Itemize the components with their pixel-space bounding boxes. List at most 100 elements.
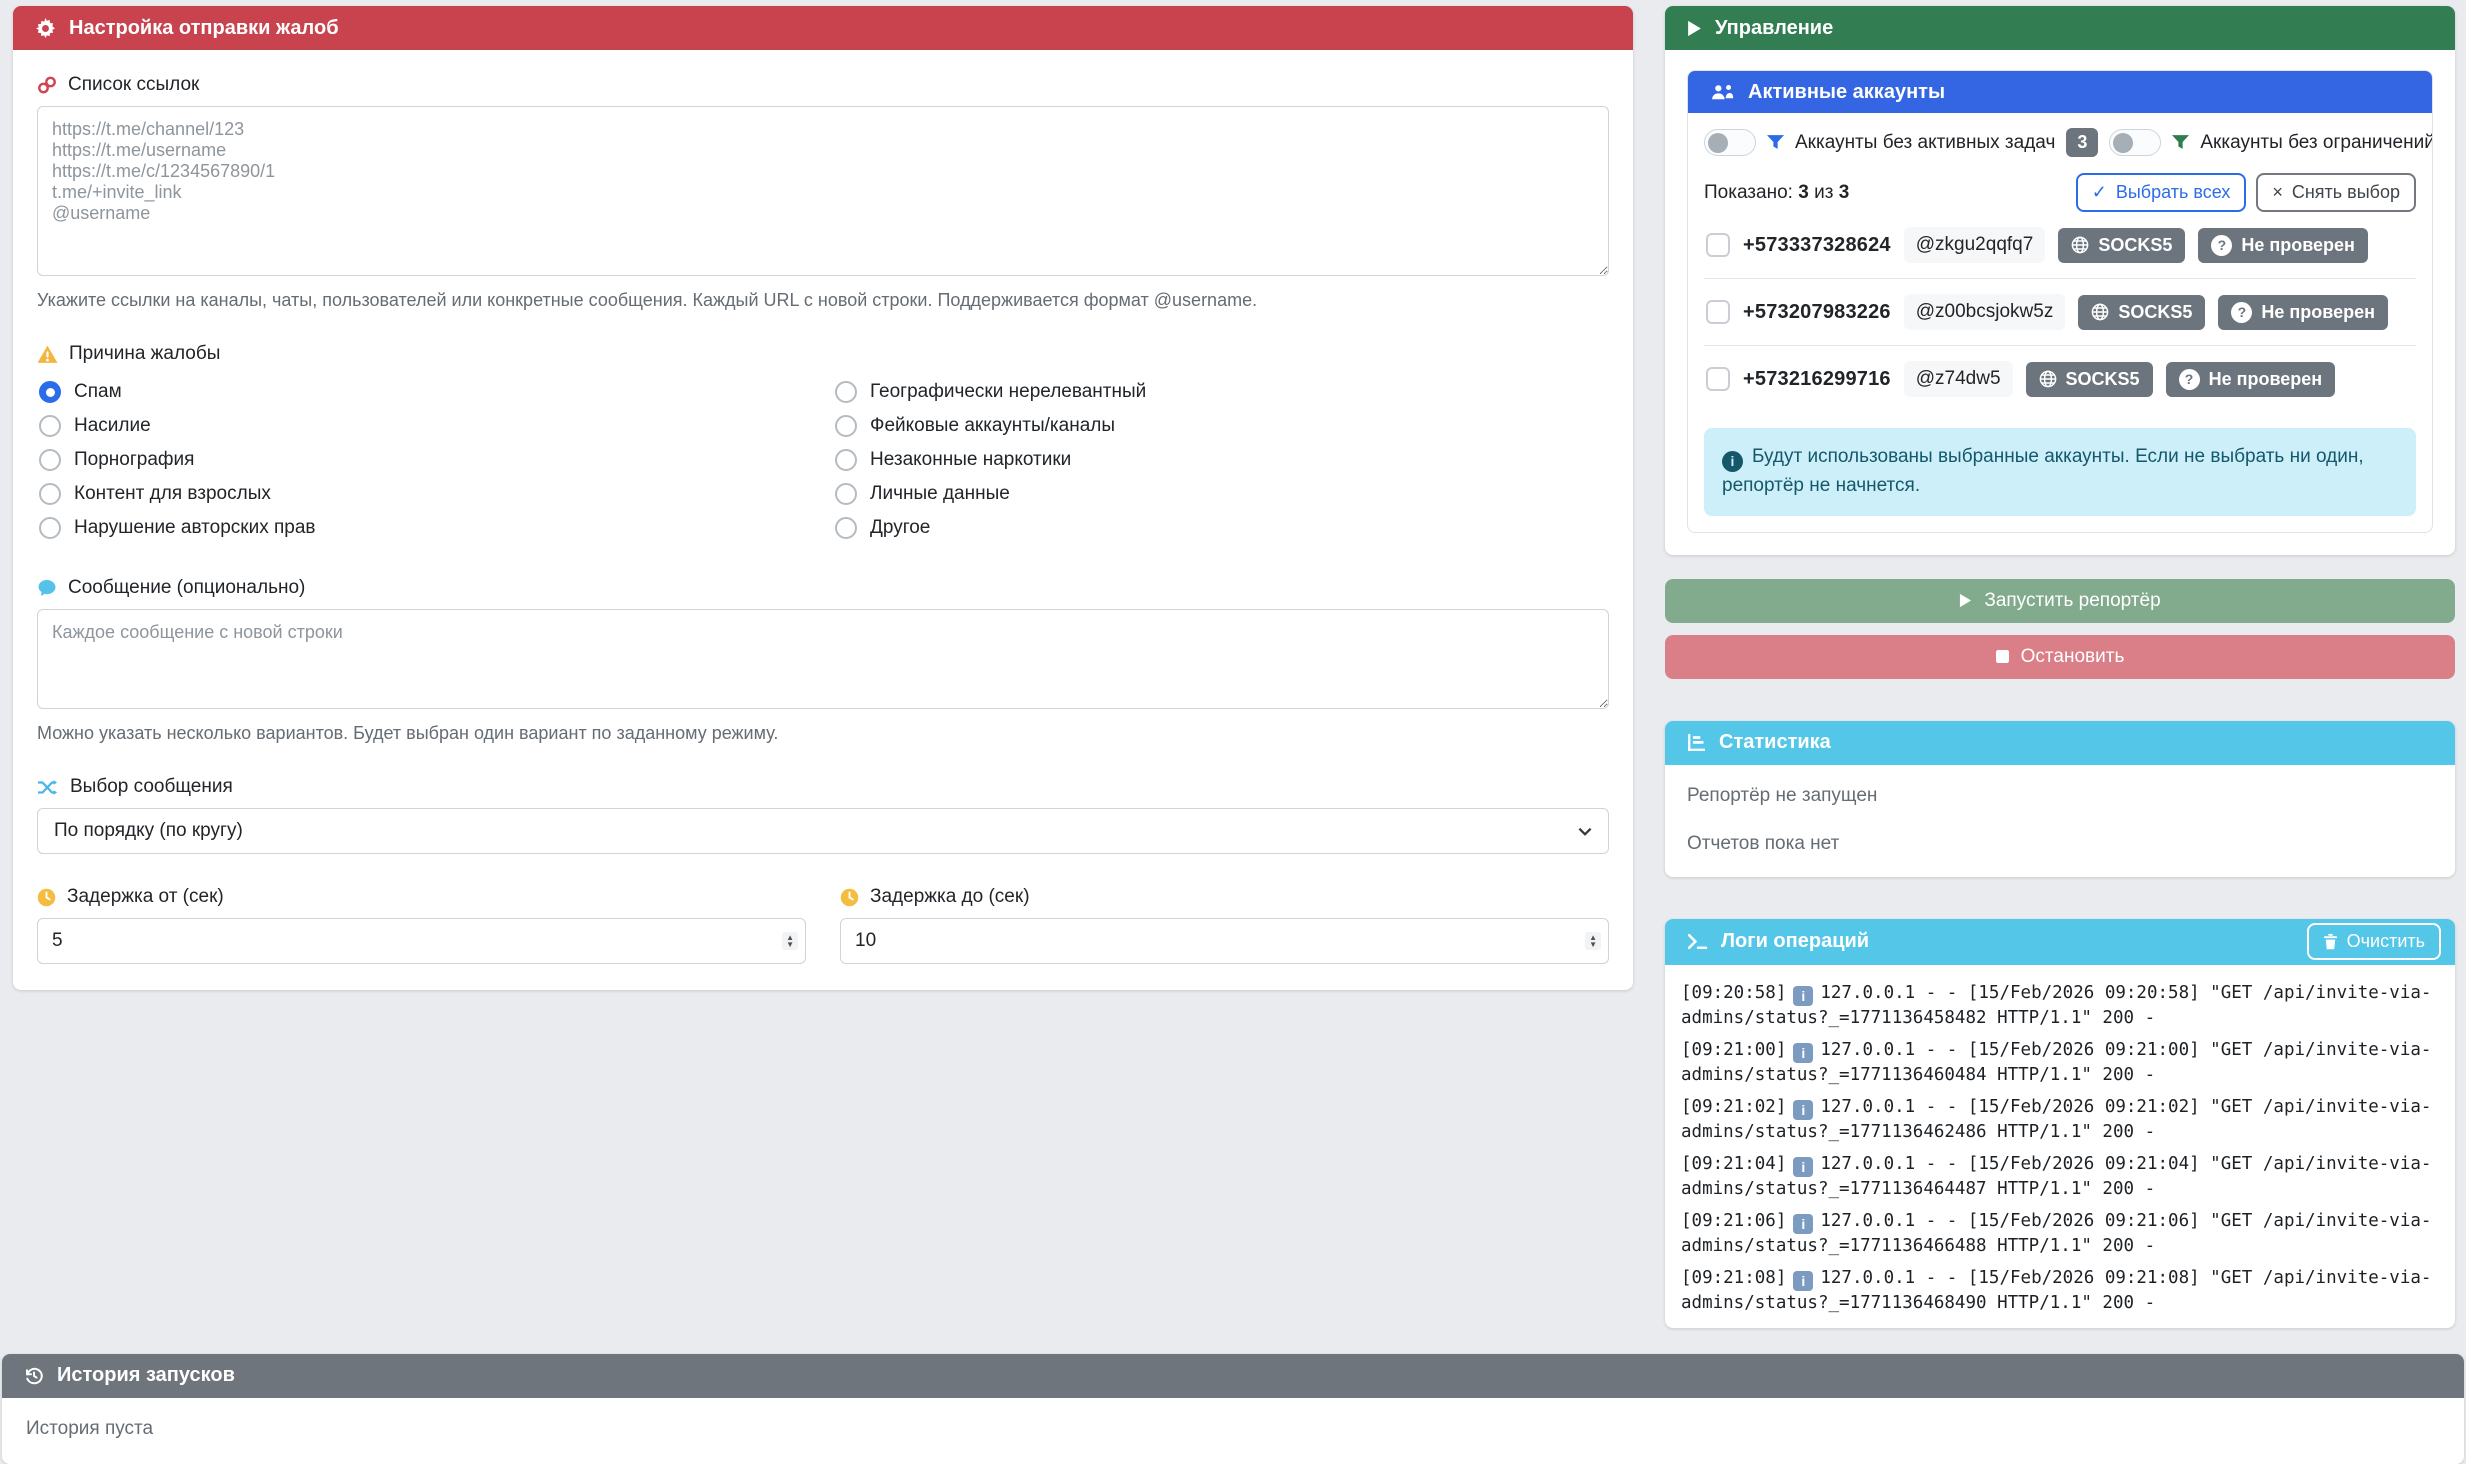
radio-label: Личные данные xyxy=(870,483,1010,505)
filter-tasks-toggle[interactable] xyxy=(1704,129,1756,156)
management-title: Управление xyxy=(1715,17,1833,40)
complaint-settings-card: Настройка отправки жалоб Список ссылок У… xyxy=(13,6,1633,990)
radio-option-pornography[interactable]: Порнография xyxy=(37,443,813,477)
deselect-button[interactable]: × Снять выбор xyxy=(2256,173,2416,212)
start-reporter-label: Запустить репортёр xyxy=(1984,590,2160,612)
radio-label: Порнография xyxy=(74,449,194,471)
question-icon: ? xyxy=(2231,302,2252,323)
radio-option-fake-accounts[interactable]: Фейковые аккаунты/каналы xyxy=(833,409,1609,443)
shown-value: 3 xyxy=(1798,182,1809,203)
accounts-info-alert: iБудут использованы выбранные аккаунты. … xyxy=(1704,428,2416,516)
radio-option-copyright[interactable]: Нарушение авторских прав xyxy=(37,511,813,545)
active-accounts-card: Активные аккаунты Аккаунты без активных … xyxy=(1687,70,2433,533)
radio-icon[interactable] xyxy=(835,517,857,539)
mode-label: Выбор сообщения xyxy=(70,776,233,798)
filter-tasks-count: 3 xyxy=(2066,128,2098,157)
radio-option-adult-content[interactable]: Контент для взрослых xyxy=(37,477,813,511)
radio-option-drugs[interactable]: Незаконные наркотики xyxy=(833,443,1609,477)
toggle-knob xyxy=(1708,133,1728,153)
log-entry: [09:21:04]i127.0.0.1 - - [15/Feb/2026 09… xyxy=(1681,1152,2439,1201)
selection-buttons: ✓ Выбрать всех × Снять выбор xyxy=(2076,173,2416,212)
delay-from-label: Задержка от (сек) xyxy=(67,886,224,908)
links-help: Укажите ссылки на каналы, чаты, пользова… xyxy=(37,290,1609,311)
delay-to-label: Задержка до (сек) xyxy=(870,886,1030,908)
statistics-header: Статистика xyxy=(1665,721,2455,765)
logs-output[interactable]: [09:20:58]i127.0.0.1 - - [15/Feb/2026 09… xyxy=(1665,965,2455,1328)
radio-label: Другое xyxy=(870,517,930,539)
radio-icon[interactable] xyxy=(835,483,857,505)
complaint-settings-header: Настройка отправки жалоб xyxy=(13,6,1633,50)
clear-logs-button[interactable]: Очистить xyxy=(2307,923,2441,960)
management-column: Управление Активные аккаунты xyxy=(1665,6,2455,1328)
account-checkbox[interactable] xyxy=(1706,233,1730,257)
statistics-card: Статистика Репортёр не запущен Отчетов п… xyxy=(1665,721,2455,877)
radio-icon[interactable] xyxy=(835,381,857,403)
radio-icon[interactable] xyxy=(835,415,857,437)
delay-to-input[interactable] xyxy=(840,918,1609,964)
filter-limits-toggle[interactable] xyxy=(2109,129,2161,156)
message-input[interactable] xyxy=(37,609,1609,709)
active-accounts-header: Активные аккаунты xyxy=(1688,71,2432,113)
number-stepper[interactable]: ▲▼ xyxy=(782,932,798,950)
start-reporter-button[interactable]: Запустить репортёр xyxy=(1665,579,2455,623)
radio-selected-icon[interactable] xyxy=(39,381,61,403)
delay-to-label-row: Задержка до (сек) xyxy=(840,886,1609,908)
stop-label: Остановить xyxy=(2021,646,2125,668)
active-accounts-body: Аккаунты без активных задач 3 Аккаунты б… xyxy=(1688,113,2432,532)
clear-logs-label: Очистить xyxy=(2347,931,2425,952)
proxy-badge: SOCKS5 xyxy=(2058,228,2185,263)
radio-icon[interactable] xyxy=(39,415,61,437)
management-header: Управление xyxy=(1665,6,2455,50)
mode-section: Выбор сообщения По порядку (по кругу) xyxy=(37,776,1609,854)
clock-icon xyxy=(37,888,56,907)
log-entry: [09:21:08]i127.0.0.1 - - [15/Feb/2026 09… xyxy=(1681,1266,2439,1315)
number-stepper[interactable]: ▲▼ xyxy=(1585,932,1601,950)
message-mode-select[interactable]: По порядку (по кругу) xyxy=(37,808,1609,854)
radio-option-other[interactable]: Другое xyxy=(833,511,1609,545)
radio-label: Насилие xyxy=(74,415,151,437)
radio-label: Нарушение авторских прав xyxy=(74,517,316,539)
radio-icon[interactable] xyxy=(39,483,61,505)
info-square-icon: i xyxy=(1793,1100,1813,1120)
account-checkbox[interactable] xyxy=(1706,300,1730,324)
account-phone: +573337328624 xyxy=(1743,234,1891,257)
check-icon: ✓ xyxy=(2092,182,2107,203)
radio-icon[interactable] xyxy=(39,517,61,539)
account-list: +573337328624 @zkgu2qqfq7 SOCKS5 ? xyxy=(1704,212,2416,412)
page: Настройка отправки жалоб Список ссылок У… xyxy=(0,0,2466,1328)
proxy-badge: SOCKS5 xyxy=(2026,362,2153,397)
status-label: Не проверен xyxy=(2261,302,2375,323)
delay-section: Задержка от (сек) ▲▼ Задержка до (сек) xyxy=(37,886,1609,964)
log-time: [09:21:02] xyxy=(1681,1097,1786,1117)
radio-option-personal-data[interactable]: Личные данные xyxy=(833,477,1609,511)
reason-label-row: Причина жалобы xyxy=(37,343,1609,365)
radio-option-spam[interactable]: Спам xyxy=(37,375,813,409)
radio-option-violence[interactable]: Насилие xyxy=(37,409,813,443)
history-empty-text: История пуста xyxy=(26,1418,153,1439)
info-icon: i xyxy=(1722,451,1743,472)
radio-icon[interactable] xyxy=(39,449,61,471)
radio-option-geo-irrelevant[interactable]: Географически нерелевантный xyxy=(833,375,1609,409)
links-label: Список ссылок xyxy=(68,74,199,96)
reason-options-left: Спам Насилие Порнография Контент дл xyxy=(37,375,813,545)
log-time: [09:21:00] xyxy=(1681,1040,1786,1060)
account-row: +573337328624 @zkgu2qqfq7 SOCKS5 ? xyxy=(1704,212,2416,279)
delay-from-input[interactable] xyxy=(37,918,806,964)
globe-icon xyxy=(2039,370,2057,388)
radio-icon[interactable] xyxy=(835,449,857,471)
info-square-icon: i xyxy=(1793,1043,1813,1063)
info-square-icon: i xyxy=(1793,1214,1813,1234)
chat-bubble-icon xyxy=(37,578,57,598)
reporter-status-text: Репортёр не запущен xyxy=(1687,785,2433,807)
links-input[interactable] xyxy=(37,106,1609,276)
users-icon xyxy=(1710,84,1735,101)
stop-button[interactable]: Остановить xyxy=(1665,635,2455,679)
history-icon xyxy=(24,1366,44,1386)
mode-label-row: Выбор сообщения xyxy=(37,776,1609,798)
account-checkbox[interactable] xyxy=(1706,367,1730,391)
filter-limits-label: Аккаунты без ограничений xyxy=(2200,132,2433,154)
select-all-button[interactable]: ✓ Выбрать всех xyxy=(2076,173,2247,212)
funnel-blue-icon xyxy=(1767,135,1784,150)
launch-history-header: История запусков xyxy=(2,1354,2464,1398)
filter-tasks-label: Аккаунты без активных задач xyxy=(1795,132,2055,154)
